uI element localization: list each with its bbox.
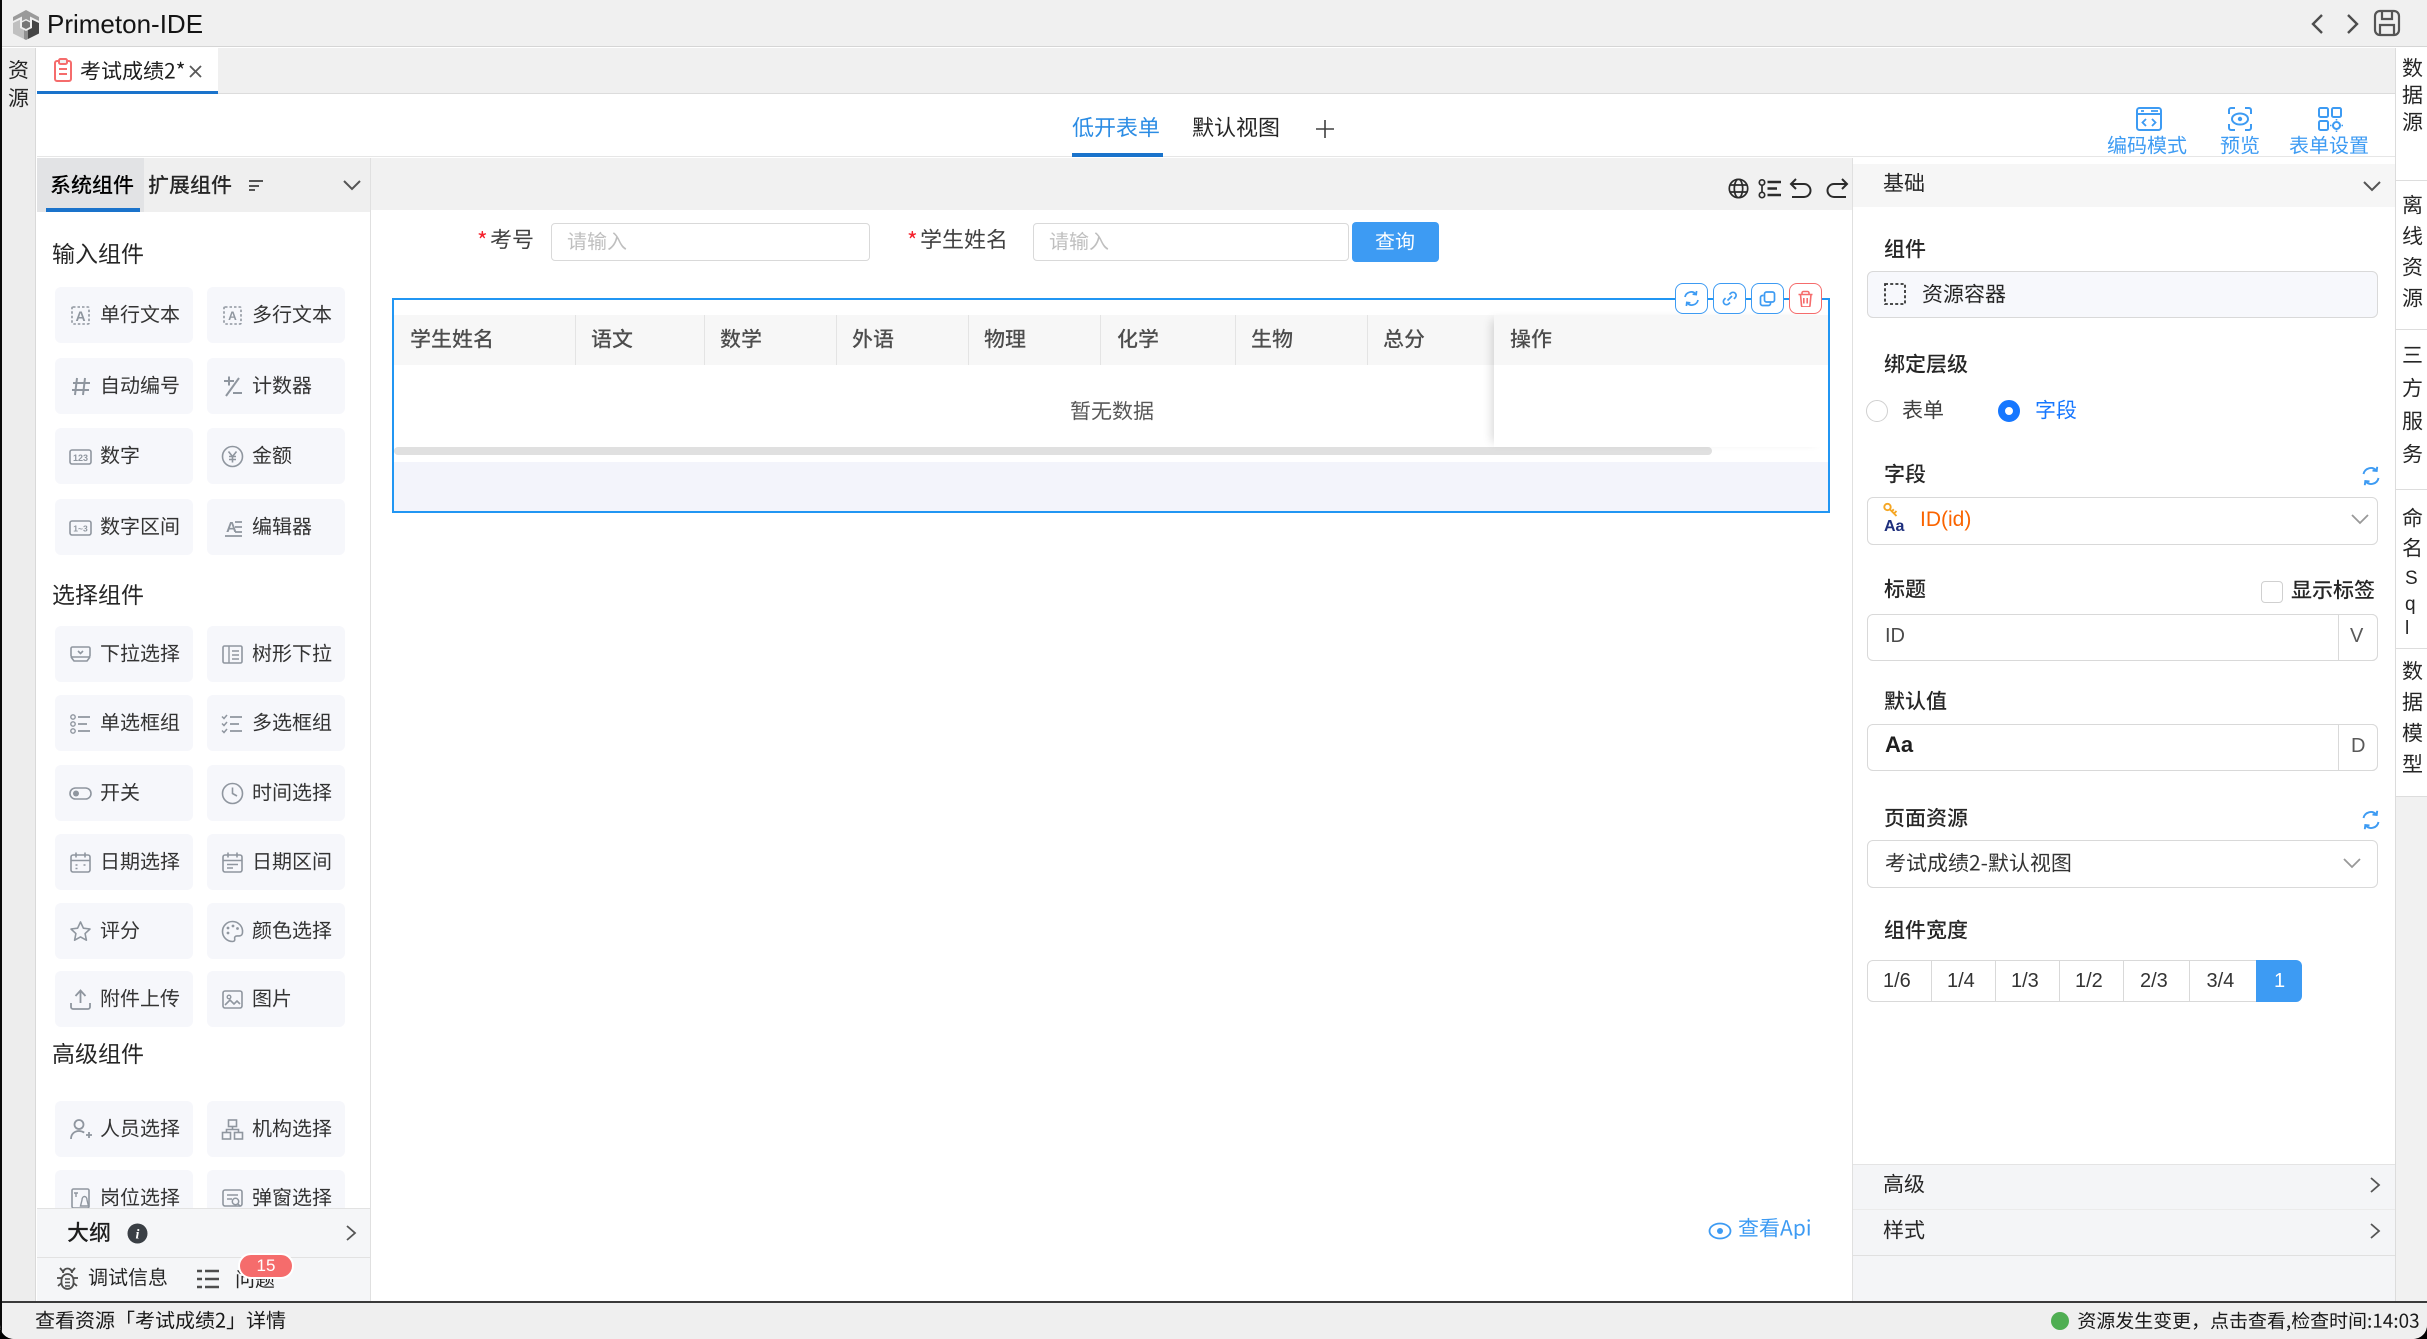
svg-text:123: 123 [73, 453, 88, 463]
svg-text:Aa: Aa [1884, 518, 1905, 534]
svg-text:i: i [136, 1228, 140, 1243]
svg-text:A: A [75, 308, 85, 324]
svg-text:1~3: 1~3 [73, 524, 88, 534]
svg-text:A: A [228, 309, 237, 323]
